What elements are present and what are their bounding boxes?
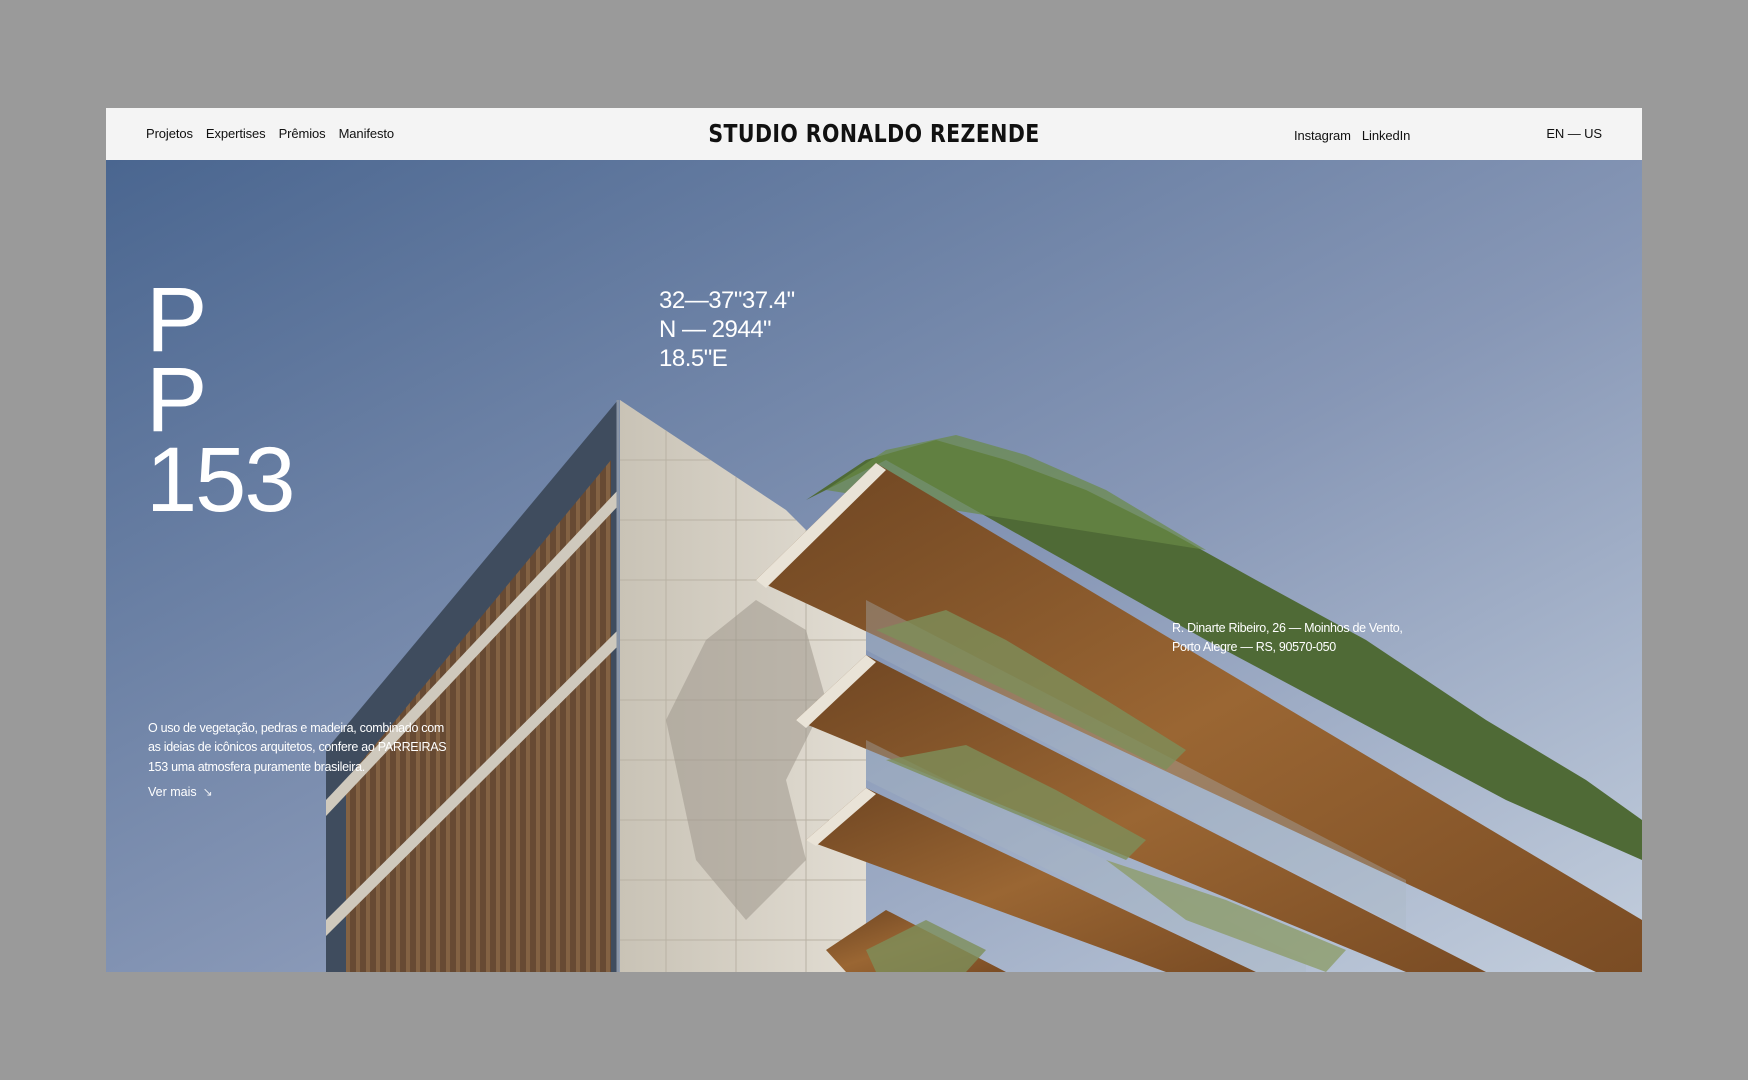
page-frame: Projetos Expertises Prêmios Manifesto ST… — [106, 108, 1642, 972]
arrow-down-right-icon: ↘ — [202, 785, 213, 799]
linkedin-link[interactable]: LinkedIn — [1362, 128, 1410, 143]
instagram-link[interactable]: Instagram — [1294, 128, 1351, 143]
language-switcher[interactable]: EN — US — [1546, 126, 1602, 141]
address-line: R. Dinarte Ribeiro, 26 — Moinhos de Vent… — [1172, 621, 1403, 635]
project-title-line: P — [146, 348, 207, 451]
project-title-line: 153 — [146, 428, 295, 531]
address-line: Porto Alegre — RS, 90570-050 — [1172, 640, 1336, 654]
hero-building-image — [106, 160, 1642, 972]
nav-link-projetos[interactable]: Projetos — [146, 126, 193, 141]
coordinates-line: N — 2944" — [659, 316, 772, 343]
top-navigation-bar: Projetos Expertises Prêmios Manifesto ST… — [106, 108, 1642, 160]
social-links: Instagram LinkedIn — [1294, 128, 1410, 143]
hero-section: P P 153 32—37"37.4" N — 2944" 18.5"E O u… — [106, 160, 1642, 972]
project-address: R. Dinarte Ribeiro, 26 — Moinhos de Vent… — [1172, 619, 1403, 657]
coordinates: 32—37"37.4" N — 2944" 18.5"E — [659, 286, 795, 373]
see-more-link[interactable]: Ver mais ↘ — [148, 785, 213, 799]
coordinates-line: 32—37"37.4" — [659, 287, 795, 314]
project-title-line: P — [146, 268, 207, 371]
project-title: P P 153 — [146, 268, 295, 531]
project-description: O uso de vegetação, pedras e madeira, co… — [148, 720, 447, 774]
coordinates-line: 18.5"E — [659, 345, 728, 372]
see-more-label: Ver mais — [148, 785, 197, 799]
